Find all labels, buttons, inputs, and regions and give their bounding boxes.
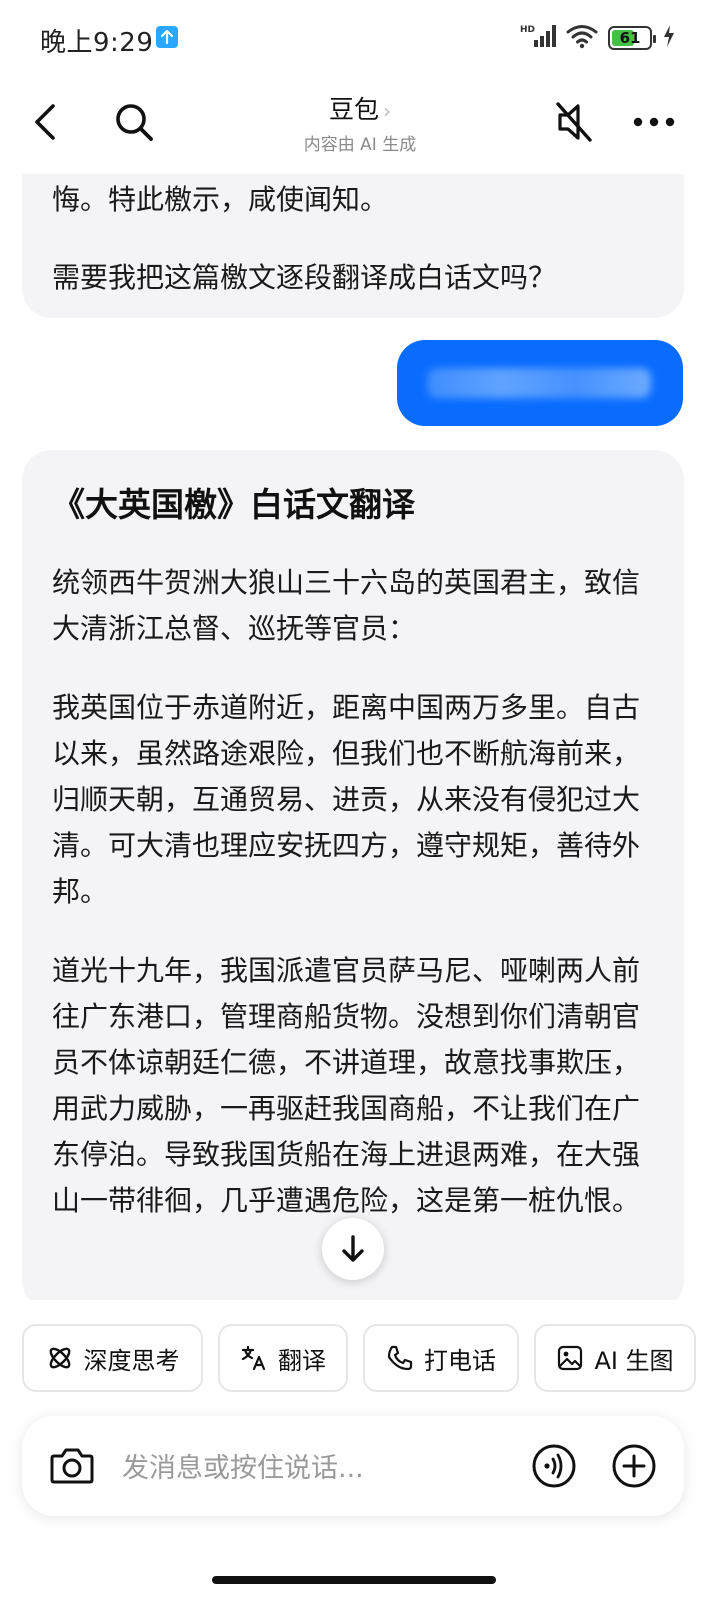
deep-thinking-button[interactable]: 深度思考 [22,1324,203,1392]
message-text: 需要我把这篇檄文逐段翻译成白话文吗？ [52,261,557,294]
hd-signal-icon: HD [520,23,556,53]
atom-icon [46,1344,74,1372]
chat-title[interactable]: 豆包 › 内容由 AI 生成 [260,90,460,155]
message-input-bar: 发消息或按住说话... [22,1416,684,1516]
plus-icon [612,1444,656,1488]
reply-paragraph: 我英国位于赤道附近，距离中国两万多里。自古以来，虽然路途艰险，但我们也不断航海前… [52,691,641,908]
chat-header: 豆包 › 内容由 AI 生成 [0,78,720,174]
voice-wave-icon [532,1444,576,1488]
chevron-left-icon [35,104,55,140]
message-text: 悔。特此檄示，咸使闻知。 [52,183,389,216]
chip-label: 打电话 [424,1346,496,1375]
message-input[interactable]: 发消息或按住说话... [122,1446,364,1485]
translate-icon [240,1344,268,1372]
battery-icon: 61 [608,26,656,50]
reply-paragraph: 道光十九年，我国派遣官员萨马尼、哑喇两人前往广东港口，管理商船货物。没想到你们清… [52,954,641,1217]
search-button[interactable] [108,96,160,148]
arrow-down-icon [342,1235,364,1262]
user-message[interactable] [397,340,683,426]
voice-call-button[interactable] [530,1442,578,1490]
reply-title: 《大英国檄》白话文翻译 [52,485,415,524]
svg-text:HD: HD [520,25,535,35]
wifi-icon [566,23,598,53]
chip-label: 翻译 [278,1346,326,1375]
phone-icon [386,1344,414,1372]
chat-messages[interactable]: 悔。特此檄示，咸使闻知。 需要我把这篇檄文逐段翻译成白话文吗？ 《大英国檄》白话… [0,174,720,1300]
camera-button[interactable] [48,1442,96,1490]
phone-call-button[interactable]: 打电话 [363,1324,519,1392]
home-indicator[interactable] [212,1576,496,1584]
speaker-muted-icon [556,102,592,142]
status-bar: 晚上9:29 HD 61 [0,0,720,78]
quick-actions: 深度思考 翻译 打电话 AI 生图 [0,1324,720,1392]
translate-button[interactable]: 翻译 [218,1324,348,1392]
more-button[interactable] [626,96,682,148]
ai-image-button[interactable]: AI 生图 [534,1324,696,1392]
back-button[interactable] [22,96,70,148]
camera-icon [50,1448,94,1484]
image-icon [556,1344,584,1372]
battery-percent: 61 [619,29,641,47]
more-dots-icon [633,117,675,127]
mute-button[interactable] [548,96,600,148]
add-button[interactable] [610,1442,658,1490]
battery-cap [653,35,656,43]
chevron-right-icon: › [383,99,391,123]
scroll-to-bottom-button[interactable] [322,1218,384,1280]
upload-icon [156,26,178,48]
assistant-message: 《大英国檄》白话文翻译 统领西牛贺洲大狼山三十六岛的英国君主，致信大清浙江总督、… [22,450,684,1300]
page-title: 豆包 [328,95,379,124]
charging-icon [662,24,676,52]
status-icons: HD 61 [520,24,676,52]
reply-paragraph: 统领西牛贺洲大狼山三十六岛的英国君主，致信大清浙江总督、巡抚等官员： [52,566,641,645]
assistant-message-previous: 悔。特此檄示，咸使闻知。 需要我把这篇檄文逐段翻译成白话文吗？ [22,174,684,318]
status-time: 晚上9:29 [40,28,154,58]
chip-label: 深度思考 [83,1346,180,1375]
chip-label: AI 生图 [594,1346,674,1375]
ai-disclaimer: 内容由 AI 生成 [303,135,417,155]
blurred-text [427,368,651,398]
search-icon [116,104,153,141]
